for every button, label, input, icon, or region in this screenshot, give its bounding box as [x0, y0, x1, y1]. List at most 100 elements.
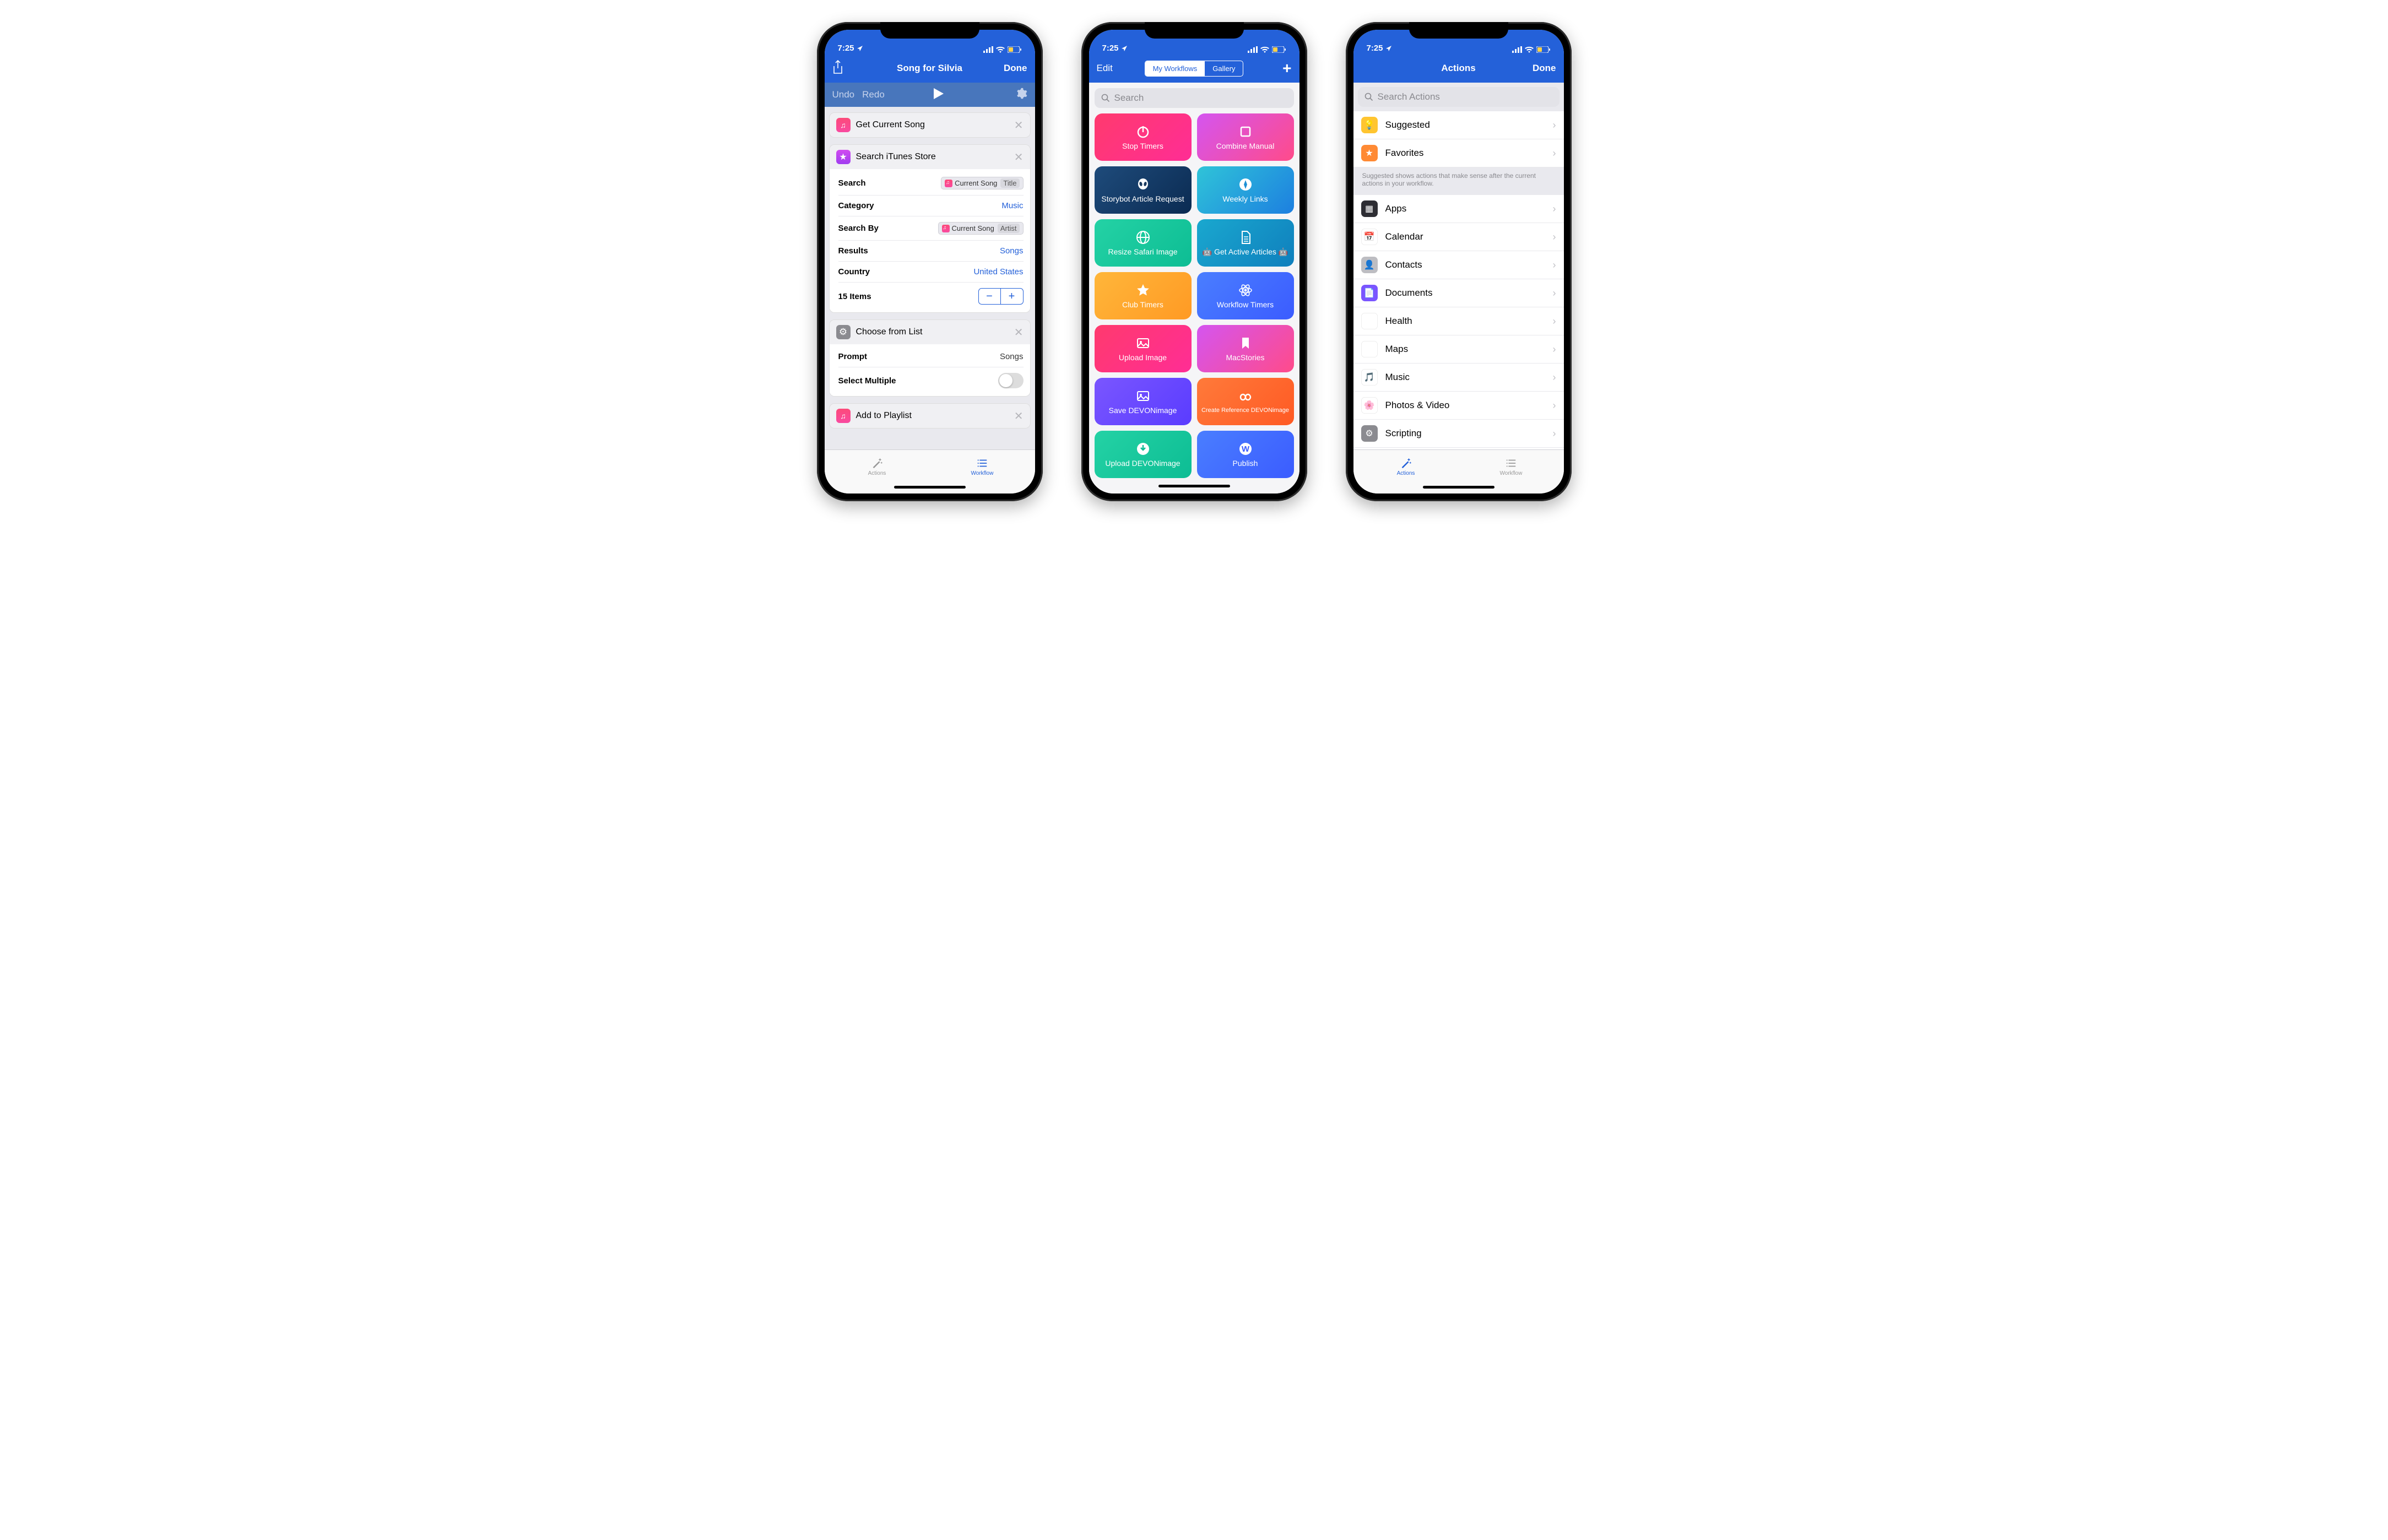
workflow-tile[interactable]: Resize Safari Image — [1095, 219, 1192, 267]
workflow-tile[interactable]: WPublish — [1197, 431, 1294, 478]
workflow-tile[interactable]: Workflow Timers — [1197, 272, 1294, 319]
workflows-scroll[interactable]: Search Stop Timers Combine Manual Storybot… — [1089, 83, 1299, 494]
add-workflow-button[interactable]: + — [1261, 61, 1292, 76]
category-maps[interactable]: 🗺Maps› — [1353, 335, 1564, 364]
share-button[interactable] — [832, 60, 863, 77]
bookmark-icon — [1238, 335, 1253, 351]
workflow-tile[interactable]: Stop Timers — [1095, 113, 1192, 161]
tab-bar: Actions Workflow — [1353, 449, 1564, 484]
workflow-tile[interactable]: Weekly Links — [1197, 166, 1294, 214]
param-results[interactable]: Results Songs — [838, 241, 1024, 262]
signal-icon — [1512, 46, 1522, 53]
edit-button[interactable]: Edit — [1097, 63, 1127, 74]
action-get-current-song[interactable]: Get Current Song ✕ — [829, 112, 1031, 138]
category-icon: ❤ — [1361, 313, 1378, 329]
param-items[interactable]: 15 Items −+ — [838, 283, 1024, 310]
category-label: Favorites — [1385, 148, 1424, 159]
list-icon — [976, 457, 989, 469]
tab-actions[interactable]: Actions — [825, 450, 930, 484]
home-indicator[interactable] — [825, 484, 1035, 494]
stepper-plus[interactable]: + — [1001, 289, 1023, 304]
category-music[interactable]: 🎵Music› — [1353, 364, 1564, 392]
image-icon — [1135, 388, 1151, 404]
remove-action-button[interactable]: ✕ — [1014, 118, 1024, 132]
search-field[interactable]: Search — [1095, 88, 1294, 108]
workflow-tile[interactable]: Upload Image — [1095, 325, 1192, 372]
search-actions-field[interactable]: Search Actions — [1358, 87, 1559, 107]
variable-token[interactable]: Current Song Title — [941, 177, 1023, 189]
category-apps[interactable]: ▦Apps› — [1353, 195, 1564, 223]
param-category[interactable]: Category Music — [838, 196, 1024, 216]
list-icon — [1504, 457, 1518, 469]
category-icon: 👤 — [1361, 257, 1378, 273]
tile-label: Club Timers — [1122, 300, 1163, 309]
remove-action-button[interactable]: ✕ — [1014, 326, 1024, 339]
undo-button[interactable]: Undo — [832, 89, 855, 100]
workflow-tile[interactable]: 🤖 Get Active Articles 🤖 — [1197, 219, 1294, 267]
param-country[interactable]: Country United States — [838, 262, 1024, 283]
seg-gallery[interactable]: Gallery — [1205, 61, 1243, 76]
settings-button[interactable] — [1015, 88, 1027, 102]
action-search-itunes[interactable]: Search iTunes Store ✕ Search Current Son… — [829, 144, 1031, 313]
done-button[interactable]: Done — [1526, 63, 1556, 74]
workflow-tile[interactable]: Upload DEVONimage — [1095, 431, 1192, 478]
select-multiple-switch[interactable] — [998, 373, 1024, 388]
music-app-icon — [836, 118, 851, 132]
tile-label: Save DEVONimage — [1109, 406, 1177, 415]
category-documents[interactable]: 📄Documents› — [1353, 279, 1564, 307]
remove-action-button[interactable]: ✕ — [1014, 150, 1024, 164]
nav-bar: Edit My Workflows Gallery + — [1089, 54, 1299, 83]
action-choose-from-list[interactable]: Choose from List ✕ Prompt Songs Select M… — [829, 319, 1031, 397]
redo-button[interactable]: Redo — [862, 89, 885, 100]
tab-workflow[interactable]: Workflow — [1459, 450, 1564, 484]
param-search[interactable]: Search Current Song Title — [838, 171, 1024, 196]
category-suggested[interactable]: 💡Suggested› — [1353, 111, 1564, 139]
chevron-right-icon: › — [1553, 316, 1556, 327]
workflow-title: Song for Silvia — [863, 63, 997, 74]
play-button[interactable] — [885, 88, 1015, 102]
itunes-icon — [836, 150, 851, 164]
category-icon: 📅 — [1361, 229, 1378, 245]
param-search-by[interactable]: Search By Current Song Artist — [838, 216, 1024, 241]
workflow-tile[interactable]: MacStories — [1197, 325, 1294, 372]
music-app-icon — [836, 409, 851, 423]
location-arrow-icon — [1121, 45, 1128, 52]
chevron-right-icon: › — [1553, 203, 1556, 215]
workflow-tile[interactable]: Club Timers — [1095, 272, 1192, 319]
category-health[interactable]: ❤Health› — [1353, 307, 1564, 335]
actions-scroll[interactable]: Search Actions 💡Suggested›★Favorites› Su… — [1353, 83, 1564, 449]
workflow-tile[interactable]: Combine Manual — [1197, 113, 1294, 161]
category-favorites[interactable]: ★Favorites› — [1353, 139, 1564, 167]
library-segmented-control[interactable]: My Workflows Gallery — [1145, 61, 1244, 77]
tab-actions[interactable]: Actions — [1353, 450, 1459, 484]
workflow-tile[interactable]: Create Reference DEVONimage — [1197, 378, 1294, 425]
home-indicator[interactable] — [1353, 484, 1564, 494]
tab-workflow[interactable]: Workflow — [930, 450, 1035, 484]
seg-my-workflows[interactable]: My Workflows — [1145, 61, 1205, 76]
category-photos-video[interactable]: 🌸Photos & Video› — [1353, 392, 1564, 420]
action-add-to-playlist[interactable]: Add to Playlist ✕ — [829, 403, 1031, 429]
wifi-icon — [1525, 46, 1534, 53]
workflow-tile[interactable]: Save DEVONimage — [1095, 378, 1192, 425]
param-prompt[interactable]: Prompt Songs — [838, 346, 1024, 367]
category-scripting[interactable]: ⚙Scripting› — [1353, 420, 1564, 448]
search-placeholder: Search — [1114, 93, 1144, 104]
home-indicator[interactable] — [1089, 482, 1299, 492]
square-icon — [1238, 124, 1253, 139]
tile-label: Combine Manual — [1216, 142, 1275, 150]
action-list[interactable]: Get Current Song ✕ Search iTunes Store ✕… — [825, 107, 1035, 449]
workflow-tile[interactable]: Storybot Article Request — [1095, 166, 1192, 214]
variable-token[interactable]: Current Song Artist — [938, 222, 1024, 235]
search-icon — [1364, 93, 1373, 101]
item-count-stepper[interactable]: −+ — [978, 288, 1024, 305]
category-calendar[interactable]: 📅Calendar› — [1353, 223, 1564, 251]
remove-action-button[interactable]: ✕ — [1014, 409, 1024, 423]
status-time: 7:25 — [838, 44, 854, 53]
search-icon — [1101, 94, 1110, 102]
stepper-minus[interactable]: − — [979, 289, 1001, 304]
done-button[interactable]: Done — [997, 63, 1027, 74]
chevron-right-icon: › — [1553, 344, 1556, 355]
param-select-multiple[interactable]: Select Multiple — [838, 367, 1024, 394]
music-icon — [942, 225, 950, 232]
category-contacts[interactable]: 👤Contacts› — [1353, 251, 1564, 279]
